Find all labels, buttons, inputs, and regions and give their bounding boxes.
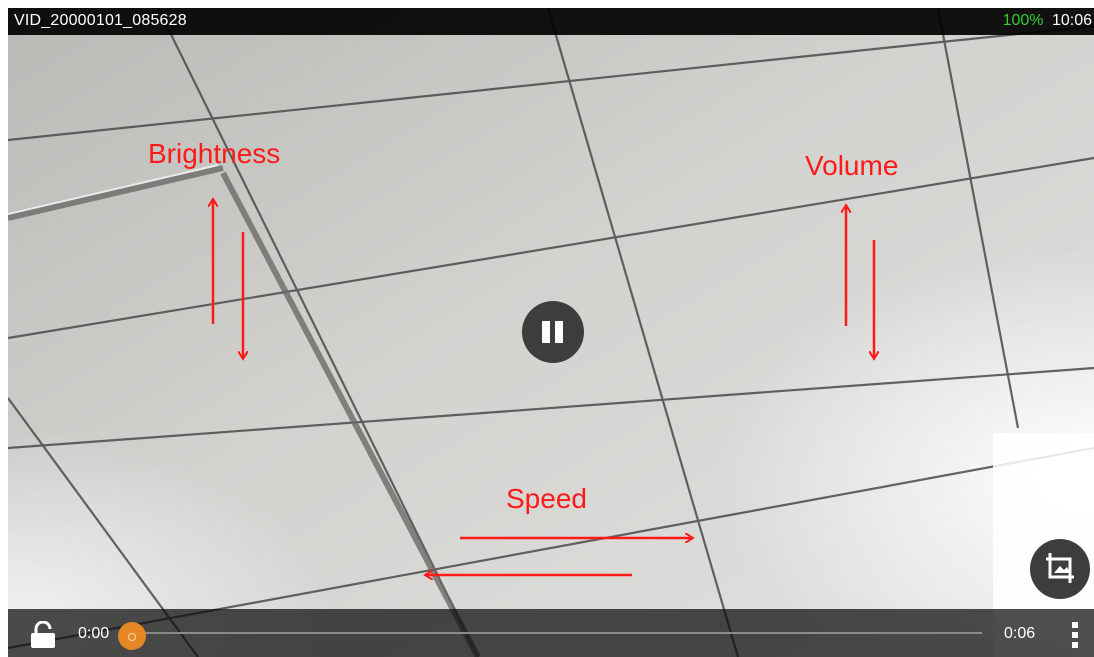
pause-button[interactable] <box>522 301 584 363</box>
seek-track <box>132 632 982 634</box>
current-time: 0:00 <box>78 625 110 642</box>
more-vertical-icon[interactable] <box>1063 621 1087 649</box>
seek-thumb[interactable] <box>118 622 146 650</box>
video-player[interactable]: VID_20000101_085628 100% 10:06 Brightnes… <box>8 8 1094 657</box>
crop-icon <box>1046 553 1074 583</box>
seek-bar[interactable] <box>118 622 982 650</box>
total-time: 0:06 <box>1004 625 1036 642</box>
lock-open-icon[interactable] <box>30 621 56 649</box>
playback-controls: 0:00 0:06 <box>8 609 1094 657</box>
crop-button[interactable] <box>1030 539 1090 599</box>
